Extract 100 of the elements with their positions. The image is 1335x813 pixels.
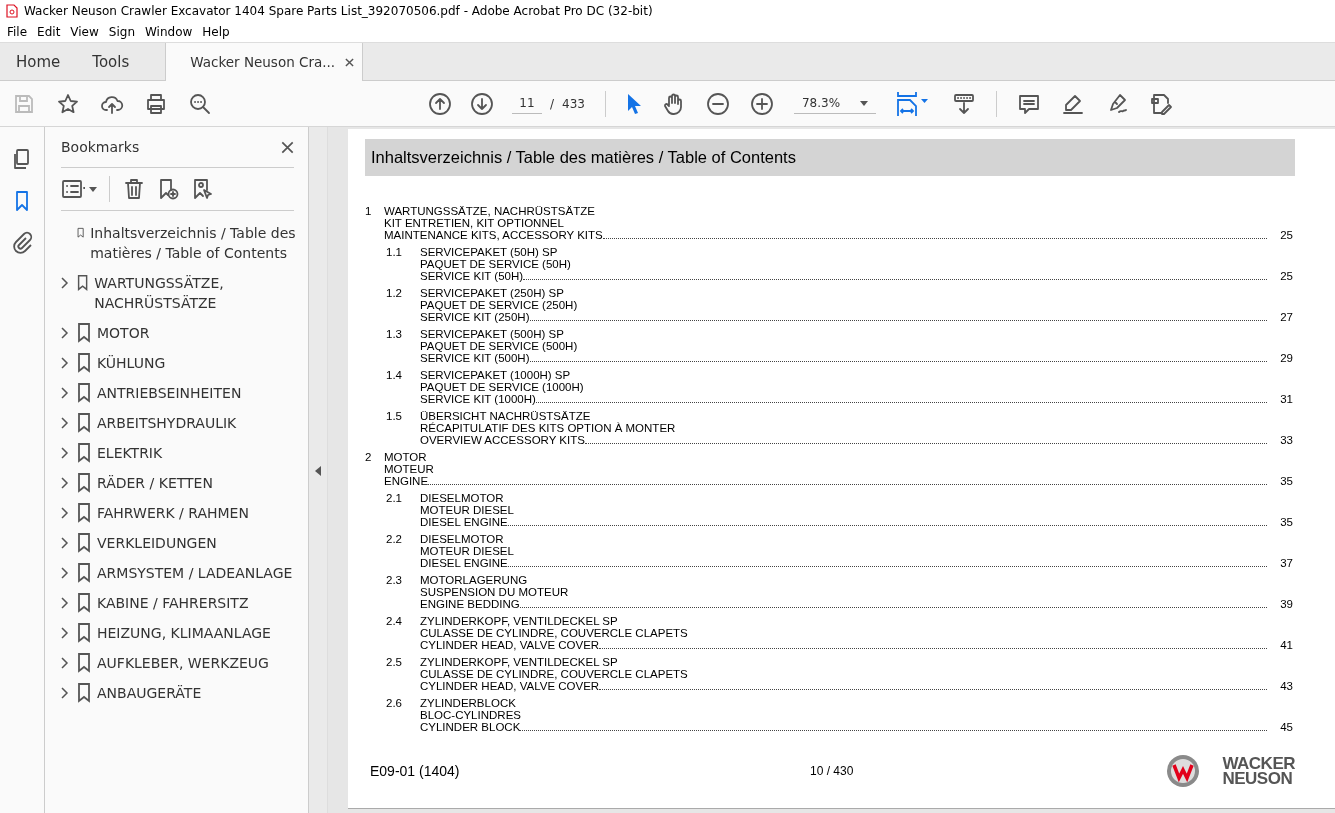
toc-title: SERVICEPAKET (50H) SP (420, 246, 559, 258)
page-separator: / (550, 96, 555, 111)
toc-number: 1 (365, 205, 373, 219)
bookmark-icon (77, 593, 91, 613)
toc-title: SERVICE KIT (1000H) (420, 393, 536, 405)
toc-page-number: 35 (1279, 516, 1293, 528)
toc-title: PAQUET DE SERVICE (1000H) (420, 381, 585, 393)
bookmark-icon (77, 503, 91, 523)
bookmark-item[interactable]: WARTUNGSSÄTZE, NACHRÜSTSÄTZE (94, 273, 300, 313)
bookmark-item[interactable]: FAHRWERK / RAHMEN (97, 503, 249, 523)
bookmark-item[interactable]: ANTRIEBSEINHEITEN (97, 383, 242, 403)
page-label: 10 / 430 (810, 764, 855, 778)
toc-title: SERVICE KIT (250H) (420, 311, 530, 323)
collapse-handle-icon[interactable] (315, 465, 321, 476)
toc-number: 2.2 (386, 533, 403, 547)
zoom-dropdown[interactable]: 78.3% (793, 93, 877, 114)
logo-emblem-icon (1166, 754, 1201, 788)
zoom-in-icon[interactable] (749, 91, 774, 116)
tab[interactable]: Tools (76, 43, 146, 80)
panel-title: Bookmarks (61, 139, 140, 155)
toc-title: ZYLINDERBLOCK (420, 697, 517, 709)
bookmark-item[interactable]: MOTOR (97, 323, 150, 343)
bookmark-item[interactable]: ELEKTRIK (97, 443, 163, 463)
toc-title: SERVICE KIT (500H) (420, 352, 530, 364)
printer-icon[interactable] (144, 91, 168, 116)
toc-title: ENGINE BEDDING (420, 598, 520, 610)
toc-page-number: 39 (1279, 598, 1293, 610)
toc-page-number: 31 (1279, 393, 1293, 405)
toc-title: MOTEUR DIESEL (420, 504, 515, 516)
page-heading: Inhaltsverzeichnis / Table des matières / Table of Contents (365, 139, 1295, 176)
toc-number: 1.1 (386, 246, 403, 260)
arrow-up-circle-icon[interactable] (428, 91, 452, 116)
bookmark-item[interactable]: KÜHLUNG (97, 353, 166, 373)
toc-number: 1.2 (386, 287, 403, 301)
bookmark-item[interactable]: VERKLEIDUNGEN (97, 533, 217, 553)
toc-title: CULASSE DE CYLINDRE, COUVERCLE CLAPETS (420, 668, 689, 680)
close-icon[interactable] (281, 140, 294, 154)
bookmark-item[interactable]: Inhaltsverzeichnis / Table des matières / Table of Contents (90, 223, 300, 263)
toc-title: SERVICEPAKET (250H) SP (420, 287, 565, 299)
toc-page-number: 43 (1279, 680, 1293, 692)
toc-title: MOTEUR DIESEL (420, 545, 515, 557)
toc-number: 2.4 (386, 615, 403, 629)
trash-icon[interactable] (122, 177, 146, 201)
toc-title: MAINTENANCE KITS, ACCESSORY KITS (384, 229, 603, 241)
menu-item[interactable]: Window (140, 25, 198, 39)
menu-item[interactable]: Edit (32, 25, 66, 39)
paperclip-icon[interactable] (10, 231, 34, 255)
bookmark-item[interactable]: AUFKLEBER, WERKZEUG (97, 653, 269, 673)
toc-page-number: 33 (1279, 434, 1293, 446)
bookmark-icon (77, 623, 91, 643)
toc-title: ZYLINDERKOPF, VENTILDECKEL SP (420, 615, 619, 627)
zoom-search-icon[interactable] (188, 91, 212, 116)
document-edit-icon[interactable] (1149, 91, 1174, 116)
tab[interactable]: Wacker Neuson Cra... (165, 43, 364, 81)
page-number-field[interactable]: 11 (512, 93, 542, 114)
pointer-icon[interactable] (625, 92, 642, 115)
toc-title: PAQUET DE SERVICE (500H) (420, 340, 579, 352)
bookmark-icon (77, 443, 91, 463)
toc-title: MOTORLAGERUNG (420, 574, 529, 586)
bookmark-item[interactable]: ARMSYSTEM / LADEANLAGE (97, 563, 293, 583)
scroll-mode-icon[interactable] (952, 91, 977, 116)
toc-number: 2.5 (386, 656, 403, 670)
menu-item[interactable]: Sign (103, 25, 140, 39)
bookmark-item[interactable]: ARBEITSHYDRAULIK (97, 413, 237, 433)
toc-page-number: 37 (1279, 557, 1293, 569)
menu-item[interactable]: Help (197, 25, 235, 39)
bookmark-item[interactable]: RÄDER / KETTEN (97, 473, 213, 493)
zoom-out-icon[interactable] (705, 91, 730, 116)
toc-number: 2 (365, 451, 373, 465)
toc-title: CYLINDER HEAD, VALVE COVER (420, 639, 600, 651)
options-list-icon[interactable] (61, 177, 85, 201)
toc-page-number: 35 (1279, 475, 1293, 487)
bookmark-icon (77, 563, 91, 583)
toc-title: MOTOR (384, 451, 428, 463)
arrow-down-circle-icon[interactable] (470, 91, 494, 116)
bookmark-item[interactable]: KABINE / FAHRERSITZ (97, 593, 249, 613)
bookmark-item[interactable]: ANBAUGERÄTE (97, 683, 202, 703)
toc-title: PAQUET DE SERVICE (250H) (420, 299, 579, 311)
toc-number: 2.6 (386, 697, 403, 711)
close-icon[interactable] (345, 57, 355, 67)
toc-number: 1.5 (386, 410, 403, 424)
bookmark-icon (77, 273, 89, 293)
caret-icon[interactable] (89, 186, 97, 192)
toc-title: SERVICEPAKET (500H) SP (420, 328, 565, 340)
toc-number: 1.3 (386, 328, 403, 342)
toc-title: ÜBERSICHT NACHRÜSTSÄTZE (420, 410, 592, 422)
toc-number: 2.1 (386, 492, 403, 506)
menu-item[interactable]: View (65, 25, 104, 39)
tab[interactable]: Home (0, 43, 77, 80)
document-code: E09-01 (1404) (370, 763, 461, 779)
bookmark-icon (77, 413, 91, 433)
window-title: Wacker Neuson Crawler Excavator 1404 Spare Parts List_392070506.pdf - Adobe Acrobat Pro DC (32-bit) (24, 4, 653, 18)
toc-title: CYLINDER HEAD, VALVE COVER (420, 680, 600, 692)
menu-item[interactable]: File (2, 25, 33, 39)
bookmark-icon (77, 533, 91, 553)
toc-page-number: 27 (1279, 311, 1293, 323)
star-icon[interactable] (56, 91, 80, 116)
toc-title: RÉCAPITULATIF DES KITS OPTION À MONTER (420, 422, 677, 434)
toc-title: PAQUET DE SERVICE (50H) (420, 258, 572, 270)
bookmark-item[interactable]: HEIZUNG, KLIMAANLAGE (97, 623, 271, 643)
